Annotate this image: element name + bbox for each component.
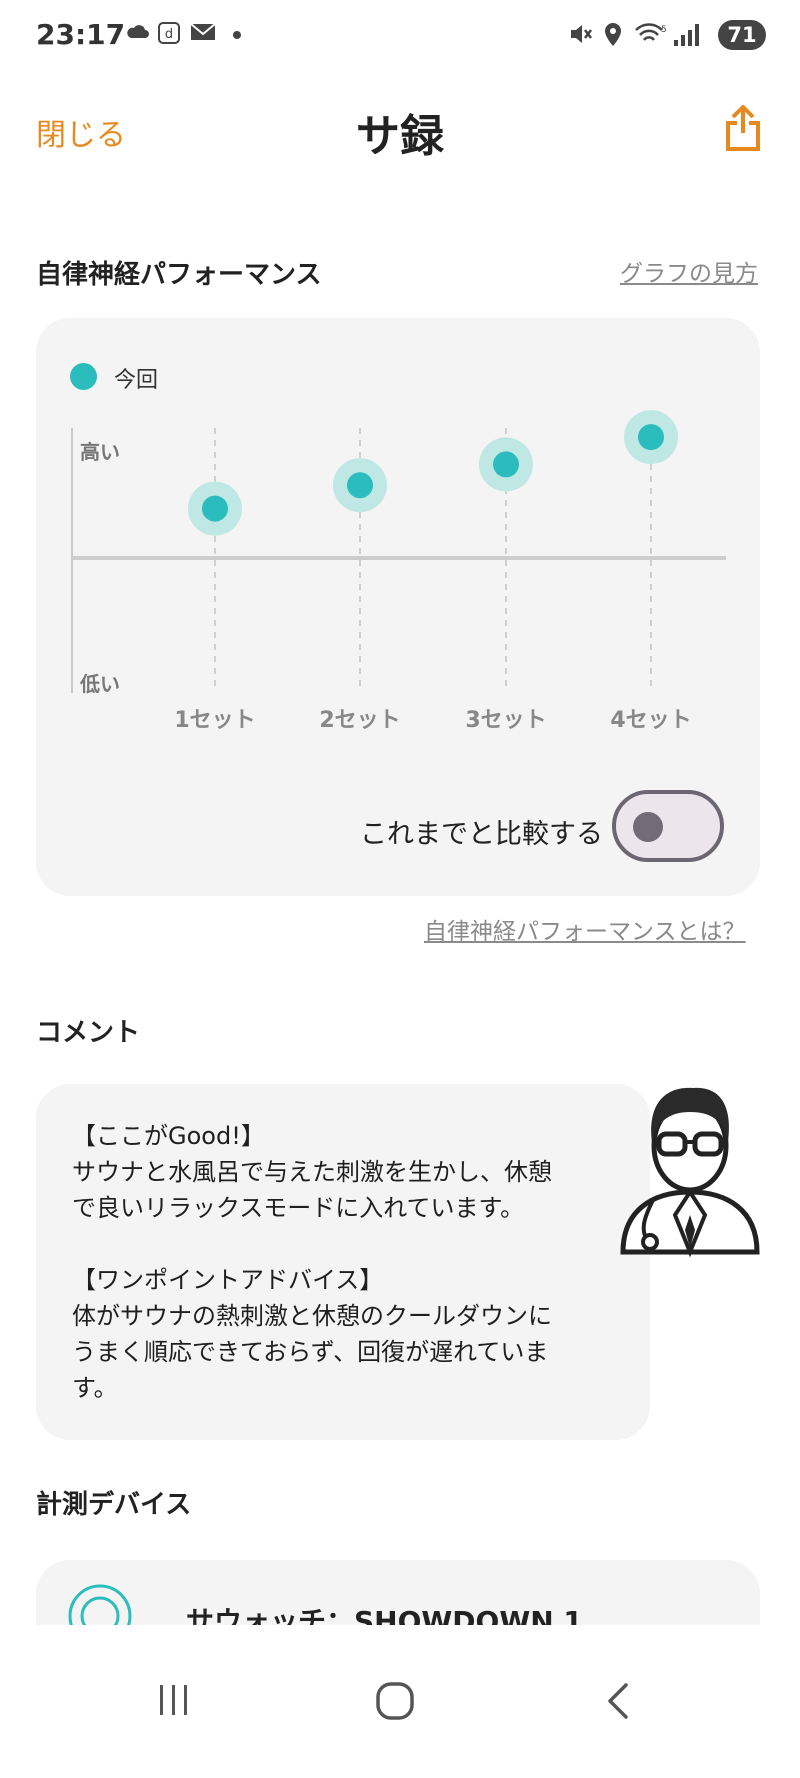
y-axis-high-label: 高い <box>80 440 120 464</box>
recent-apps-icon[interactable] <box>156 1682 192 1718</box>
good-text: サウナと水風呂で与えた刺激を生かし、休憩 <box>72 1158 552 1186</box>
compare-toggle-label: これまでと比較する <box>360 819 603 850</box>
data-point <box>493 451 519 478</box>
category-label: 3セット <box>465 708 547 733</box>
data-point <box>638 424 664 451</box>
advice-text: 体がサウナの熱刺激と休憩のクールダウンに <box>72 1302 552 1330</box>
y-axis-low-label: 低い <box>80 672 120 696</box>
doctor-avatar-icon <box>620 1087 760 1258</box>
category-label: 2セット <box>319 708 401 733</box>
compare-toggle[interactable] <box>612 790 724 862</box>
good-heading: 【ここがGood!】 <box>72 1122 265 1150</box>
toggle-knob <box>633 812 663 842</box>
category-label: 4セット <box>610 708 692 733</box>
category-label: 1セット <box>174 708 256 733</box>
good-text: で良いリラックスモードに入れています。 <box>72 1194 525 1222</box>
comment-card: 【ここがGood!】 サウナと水風呂で与えた刺激を生かし、休憩 で良いリラックス… <box>36 1084 650 1440</box>
advice-heading: 【ワンポイントアドバイス】 <box>72 1266 384 1294</box>
comment-title: コメント <box>36 1018 141 1048</box>
device-section-title: 計測デバイス <box>36 1490 192 1520</box>
advice-text: うまく順応できておらず、回復が遅れていま <box>72 1338 549 1366</box>
data-point <box>347 472 373 499</box>
home-icon[interactable] <box>374 1680 416 1722</box>
back-icon[interactable] <box>604 1682 634 1720</box>
data-point <box>202 495 228 522</box>
performance-chart <box>71 410 726 693</box>
about-performance-link[interactable]: 自律神経パフォーマンスとは？ <box>424 912 746 946</box>
advice-text: す。 <box>72 1374 118 1402</box>
